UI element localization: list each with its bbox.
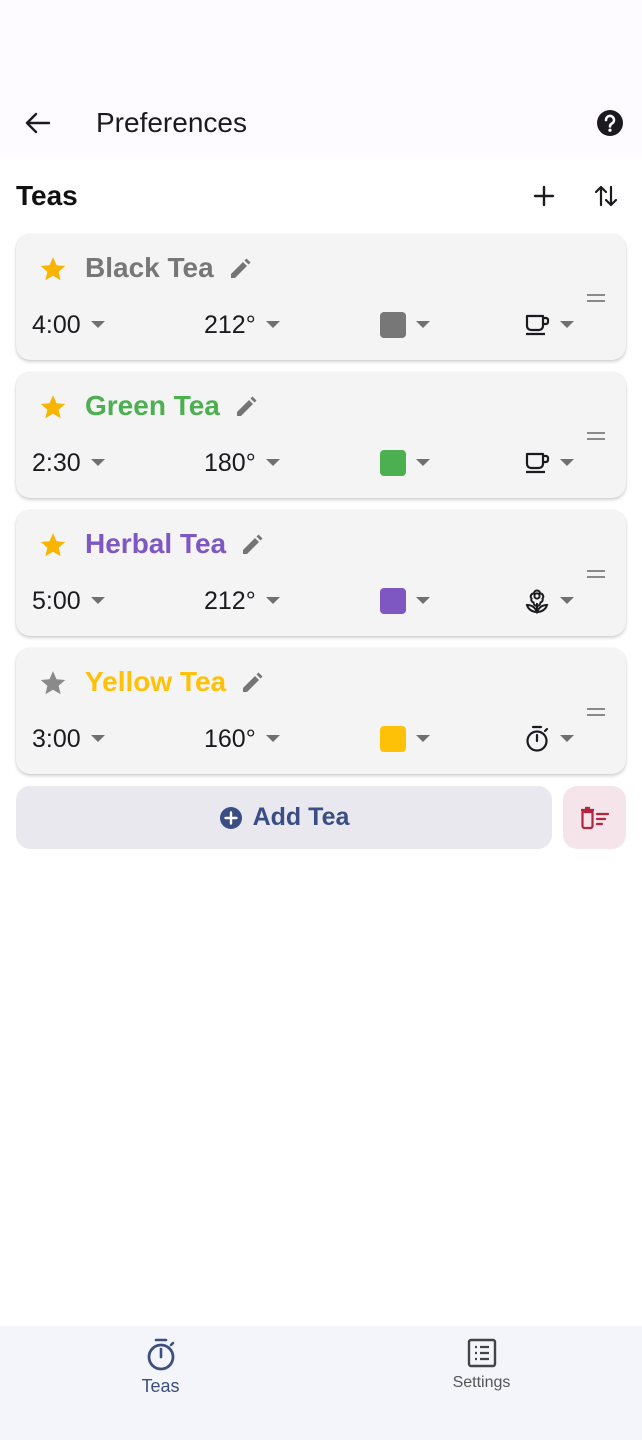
- steep-time: 5:00: [32, 586, 81, 615]
- caret-down-icon: [90, 321, 105, 328]
- sort-button[interactable]: [586, 176, 626, 216]
- caret-down-icon: [560, 321, 574, 328]
- teas-section-header: Teas: [0, 158, 642, 234]
- edit-pencil-icon[interactable]: [234, 395, 258, 419]
- caret-down-icon: [416, 597, 430, 604]
- add-tea-label: Add Tea: [252, 803, 350, 831]
- drag-handle-icon[interactable]: [586, 292, 606, 304]
- favorite-star-icon[interactable]: [38, 392, 68, 422]
- tea-name: Green Tea: [85, 390, 220, 421]
- tea-name: Herbal Tea: [85, 528, 227, 559]
- tea-icon-dropdown[interactable]: [524, 582, 574, 620]
- edit-pencil-icon[interactable]: [240, 533, 264, 557]
- tea-icon: [524, 312, 550, 338]
- temperature: 180°: [204, 448, 256, 477]
- tea-icon: [524, 725, 550, 753]
- steep-time: 3:00: [32, 724, 81, 753]
- tea-card[interactable]: Herbal Tea 5:00 212°: [16, 510, 626, 636]
- tea-name: Yellow Tea: [85, 666, 227, 697]
- cup-icon: [525, 314, 550, 336]
- steep-time-dropdown[interactable]: 3:00: [32, 720, 105, 758]
- tea-card[interactable]: Yellow Tea 3:00 160°: [16, 648, 626, 774]
- delete-sweep-icon: [580, 806, 609, 829]
- caret-down-icon: [416, 459, 430, 466]
- temperature-dropdown[interactable]: 212°: [204, 306, 280, 344]
- color-swatch: [380, 312, 406, 338]
- tea-card[interactable]: Black Tea 4:00 212°: [16, 234, 626, 360]
- caret-down-icon: [560, 735, 574, 742]
- caret-down-icon: [265, 321, 280, 328]
- color-dropdown[interactable]: [380, 306, 430, 344]
- caret-down-icon: [560, 597, 574, 604]
- favorite-star-icon[interactable]: [38, 530, 68, 560]
- caret-down-icon: [265, 597, 280, 604]
- tea-icon-dropdown[interactable]: [524, 444, 574, 482]
- help-icon: [597, 110, 623, 136]
- drag-handle-icon[interactable]: [586, 706, 606, 718]
- tea-icon-dropdown[interactable]: [524, 720, 574, 758]
- page-title: Preferences: [96, 107, 247, 138]
- color-dropdown[interactable]: [380, 444, 430, 482]
- caret-down-icon: [265, 735, 280, 742]
- caret-down-icon: [416, 321, 430, 328]
- tea-list: Black Tea 4:00 212° Green Tea 2:30 180° …: [0, 234, 642, 774]
- caret-down-icon: [265, 459, 280, 466]
- sort-icon: [594, 185, 618, 207]
- steep-time: 2:30: [32, 448, 81, 477]
- temperature-dropdown[interactable]: 180°: [204, 444, 280, 482]
- caret-down-icon: [90, 459, 105, 466]
- drag-handle-icon[interactable]: [586, 568, 606, 580]
- settings-list-icon: [467, 1338, 496, 1368]
- temperature-dropdown[interactable]: 212°: [204, 582, 280, 620]
- bottom-navigation: Teas Settings: [0, 1326, 642, 1440]
- caret-down-icon: [90, 597, 105, 604]
- caret-down-icon: [416, 735, 430, 742]
- tea-card[interactable]: Green Tea 2:30 180°: [16, 372, 626, 498]
- add-tea-top-button[interactable]: [524, 176, 564, 216]
- edit-pencil-icon[interactable]: [240, 671, 264, 695]
- nav-settings-label: Settings: [452, 1374, 511, 1391]
- status-bar-area: [0, 0, 642, 88]
- nav-teas-label: Teas: [141, 1376, 180, 1396]
- edit-pencil-icon[interactable]: [228, 257, 252, 281]
- list-actions: Add Tea: [0, 786, 642, 849]
- steep-time-dropdown[interactable]: 5:00: [32, 582, 105, 620]
- tea-name: Black Tea: [85, 252, 214, 283]
- plus-icon: [533, 185, 555, 207]
- color-swatch: [380, 588, 406, 614]
- steep-time-dropdown[interactable]: 4:00: [32, 306, 105, 344]
- timer-icon: [526, 725, 549, 752]
- favorite-star-icon[interactable]: [38, 668, 68, 698]
- temperature: 160°: [204, 724, 256, 753]
- favorite-star-icon[interactable]: [38, 254, 68, 284]
- color-swatch: [380, 450, 406, 476]
- nav-teas[interactable]: Teas: [0, 1326, 321, 1440]
- add-tea-button[interactable]: Add Tea: [16, 786, 552, 849]
- section-title: Teas: [16, 180, 78, 211]
- delete-teas-button[interactable]: [563, 786, 626, 849]
- drag-handle-icon[interactable]: [586, 430, 606, 442]
- flower-icon: [525, 589, 549, 614]
- back-button[interactable]: [22, 107, 54, 139]
- color-dropdown[interactable]: [380, 582, 430, 620]
- temperature-dropdown[interactable]: 160°: [204, 720, 280, 758]
- help-button[interactable]: [594, 107, 626, 139]
- steep-time: 4:00: [32, 310, 81, 339]
- timer-icon: [147, 1338, 174, 1371]
- nav-settings[interactable]: Settings: [321, 1326, 642, 1440]
- temperature: 212°: [204, 586, 256, 615]
- color-dropdown[interactable]: [380, 720, 430, 758]
- steep-time-dropdown[interactable]: 2:30: [32, 444, 105, 482]
- cup-icon: [525, 452, 550, 474]
- caret-down-icon: [90, 735, 105, 742]
- temperature: 212°: [204, 310, 256, 339]
- color-swatch: [380, 726, 406, 752]
- tea-icon-dropdown[interactable]: [524, 306, 574, 344]
- tea-icon: [524, 588, 550, 614]
- caret-down-icon: [560, 459, 574, 466]
- arrow-back-icon: [25, 112, 51, 134]
- tea-icon: [524, 450, 550, 476]
- top-app-bar: Preferences: [0, 88, 642, 158]
- add-circle-icon: [219, 806, 242, 829]
